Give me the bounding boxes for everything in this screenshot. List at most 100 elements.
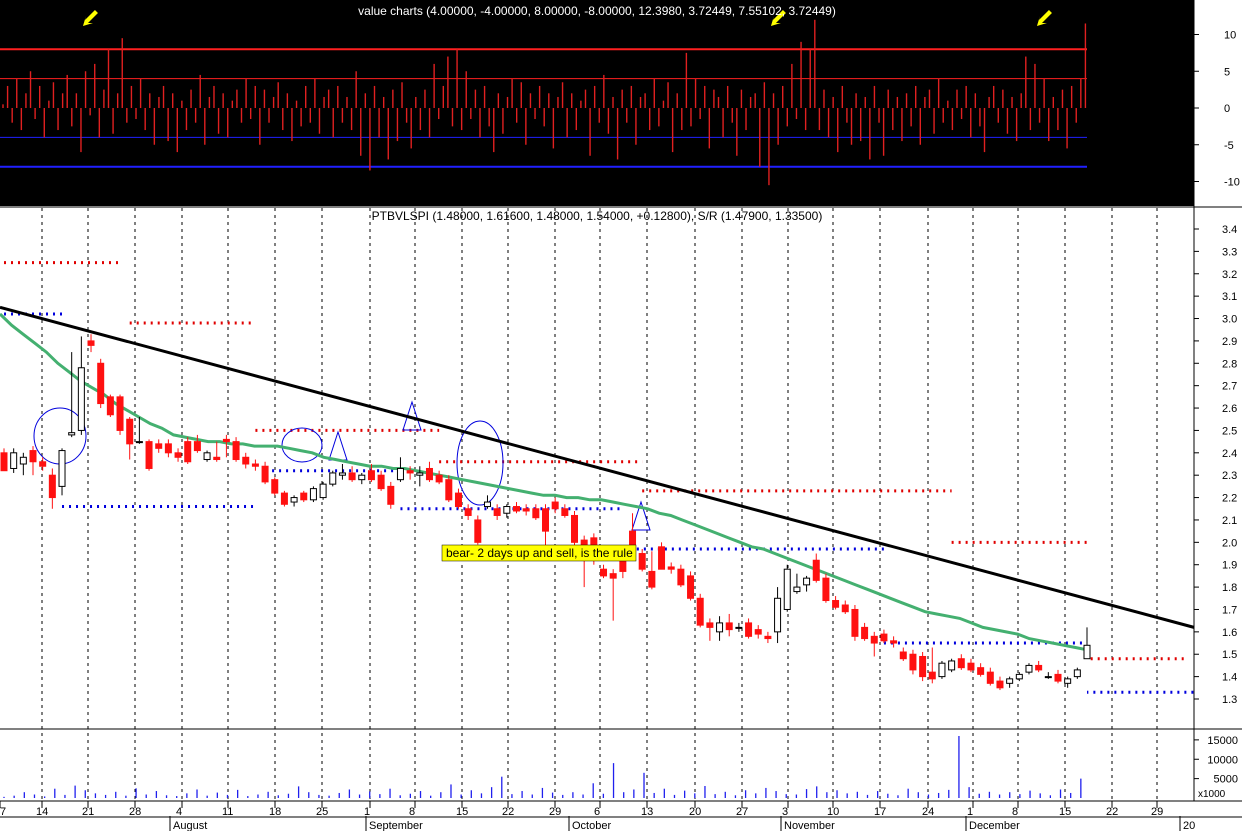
candle-body	[1054, 673, 1062, 682]
candle-body	[745, 622, 753, 637]
x-tick-label: 22	[502, 806, 514, 818]
x-tick-label: 11	[222, 806, 233, 818]
candle-body	[706, 622, 714, 628]
candle-body	[793, 586, 801, 593]
price-tick-label: 2.3	[1222, 470, 1237, 482]
x-tick-label: 25	[316, 806, 328, 818]
candle-body	[454, 492, 462, 508]
candle-body	[309, 488, 317, 501]
volume-tick-label: 5000	[1214, 774, 1238, 786]
candle-body	[425, 467, 433, 481]
price-tick-label: 3.4	[1222, 224, 1237, 236]
candle-body	[977, 667, 985, 675]
candle-body	[19, 456, 27, 465]
oscillator-tick-label: 0	[1224, 103, 1230, 115]
x-tick-label: 17	[874, 806, 886, 818]
candle-body	[735, 626, 743, 629]
candle-body	[87, 340, 95, 346]
price-tick-label: 1.5	[1222, 649, 1237, 661]
candle-body	[1083, 644, 1091, 660]
price-tick-label: 2.5	[1222, 425, 1237, 437]
candle-body	[329, 472, 337, 485]
candle-body	[870, 635, 878, 644]
price-tick-label: 2.8	[1222, 358, 1237, 370]
month-label: August	[173, 820, 207, 831]
candle-body	[890, 640, 898, 644]
candle-body	[986, 671, 994, 684]
x-tick-label: 18	[269, 806, 281, 818]
candle-body	[764, 635, 772, 640]
candle-body	[387, 485, 395, 505]
candle-body	[193, 441, 201, 452]
candle-body	[851, 608, 859, 637]
candle-body	[609, 573, 617, 579]
x-tick-label: 21	[82, 806, 94, 818]
price-tick-label: 1.8	[1222, 582, 1237, 594]
candle-body	[290, 497, 298, 503]
candle-body	[416, 472, 424, 476]
candle-body	[271, 479, 279, 494]
price-tick-label: 2.9	[1222, 336, 1237, 348]
candle-body	[97, 362, 105, 405]
candle-body	[1035, 664, 1043, 671]
volume-unit-label: x1000	[1198, 789, 1226, 800]
month-label: September	[369, 820, 423, 831]
x-tick-label: 20	[689, 806, 701, 818]
annotation-text: bear- 2 days up and sell, is the rule	[446, 546, 633, 560]
volume-tick-label: 15000	[1207, 735, 1238, 747]
x-tick-label: 28	[129, 806, 141, 818]
candle-body	[348, 472, 356, 481]
candle-body	[155, 443, 163, 449]
candle-body	[39, 461, 47, 467]
candle-body	[300, 492, 308, 501]
x-tick-label: 24	[922, 806, 934, 818]
price-tick-label: 1.9	[1222, 560, 1237, 572]
candle-body	[600, 568, 608, 577]
candle-body	[319, 483, 327, 499]
x-tick-label: 10	[827, 806, 839, 818]
month-label: October	[572, 820, 611, 831]
candle-body	[68, 432, 76, 436]
candle-body	[919, 655, 927, 678]
x-tick-label: 29	[1151, 806, 1163, 818]
volume-tick-label: 10000	[1207, 754, 1238, 766]
candle-body	[116, 396, 124, 431]
oscillator-tick-label: -10	[1224, 177, 1240, 189]
candle-body	[222, 438, 230, 443]
chart-svg: value charts (4.00000, -4.00000, 8.00000…	[0, 0, 1242, 832]
candle-body	[406, 470, 414, 474]
oscillator-panel-background	[0, 0, 1194, 206]
x-tick-label: 8	[409, 806, 415, 818]
candle-body	[203, 452, 211, 461]
candle-body	[938, 662, 946, 678]
candle-body	[464, 508, 472, 516]
x-tick-label: 4	[176, 806, 182, 818]
price-tick-label: 1.3	[1222, 694, 1237, 706]
candle-body	[512, 506, 520, 512]
candle-body	[909, 653, 917, 671]
candle-body	[1015, 673, 1023, 680]
candle-body	[261, 465, 269, 483]
price-tick-label: 2.2	[1222, 493, 1237, 505]
candle-body	[571, 514, 579, 543]
price-tick-label: 2.6	[1222, 403, 1237, 415]
x-tick-label: 27	[736, 806, 748, 818]
candle-body	[48, 474, 56, 499]
price-tick-label: 1.7	[1222, 604, 1237, 616]
candle-body	[483, 501, 491, 508]
price-tick-label: 3.2	[1222, 269, 1237, 281]
candle-body	[58, 450, 66, 487]
price-tick-label: 1.6	[1222, 627, 1237, 639]
candle-body	[880, 633, 888, 642]
candle-body	[928, 671, 936, 680]
x-tick-label: 3	[782, 806, 788, 818]
candle-body	[213, 456, 221, 461]
month-label: December	[969, 820, 1020, 831]
chart-root: value charts (4.00000, -4.00000, 8.00000…	[0, 0, 1242, 832]
price-tick-label: 2.7	[1222, 381, 1237, 393]
price-tick-label: 2.1	[1222, 515, 1237, 527]
x-tick-label: 15	[1059, 806, 1071, 818]
candle-body	[106, 396, 114, 416]
oscillator-tick-label: 10	[1224, 30, 1236, 42]
x-tick-label: 7	[0, 806, 6, 818]
